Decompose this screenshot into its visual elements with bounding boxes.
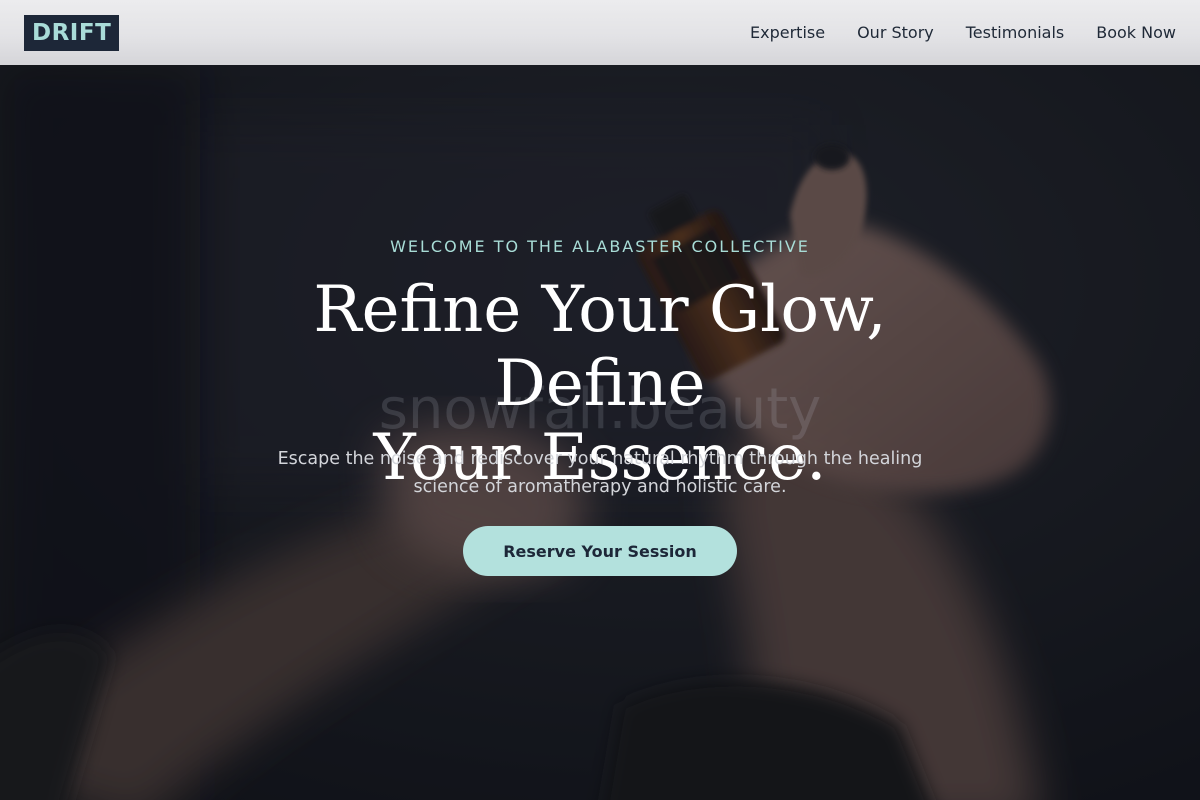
site-header: DRIFT Expertise Our Story Testimonials B…	[0, 0, 1200, 65]
subtext-line-1: Escape the noise and rediscover your nat…	[277, 449, 923, 469]
logo[interactable]: DRIFT	[24, 14, 120, 51]
hero-section: snowfall.beauty WELCOME TO THE ALABASTER…	[0, 65, 1200, 800]
nav-link-testimonials[interactable]: Testimonials	[966, 23, 1065, 42]
hero-eyebrow: WELCOME TO THE ALABASTER COLLECTIVE	[390, 237, 810, 256]
nav-link-our-story[interactable]: Our Story	[857, 23, 934, 42]
hero-subtext: Escape the noise and rediscover your nat…	[250, 445, 950, 501]
nav-link-expertise[interactable]: Expertise	[750, 23, 825, 42]
nav-link-book-now[interactable]: Book Now	[1096, 23, 1176, 42]
subtext-line-2: science of aromatherapy and holistic car…	[413, 477, 787, 497]
main-nav: Expertise Our Story Testimonials Book No…	[718, 23, 1176, 42]
headline-line-1: Refine Your Glow, Define	[313, 273, 887, 421]
reserve-session-button[interactable]: Reserve Your Session	[463, 526, 737, 576]
